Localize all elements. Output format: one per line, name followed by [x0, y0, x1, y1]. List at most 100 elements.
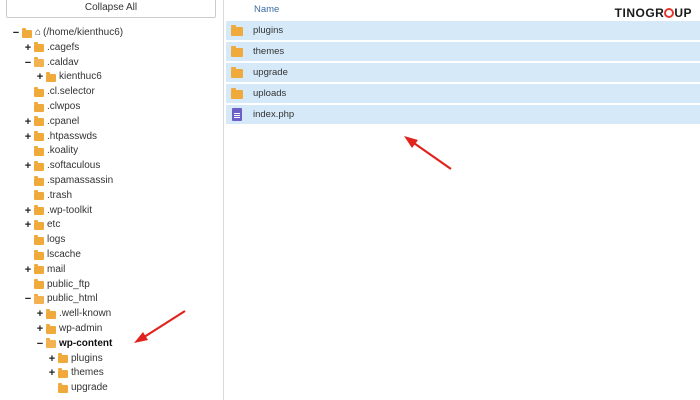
tree-node[interactable]: + .cagefs [24, 41, 79, 55]
expand-icon[interactable]: + [24, 41, 32, 55]
tree-node[interactable]: + plugins [48, 352, 103, 366]
tree-node[interactable]: − wp-content [36, 337, 113, 351]
folder-icon [46, 338, 56, 349]
tree-node[interactable]: + kienthuc6 [36, 70, 102, 84]
file-name: upgrade [253, 67, 288, 78]
php-file-icon [232, 108, 242, 121]
tree-node[interactable]: + .cpanel [24, 115, 79, 129]
column-header-name[interactable]: Name [254, 4, 279, 15]
expand-icon[interactable]: + [36, 322, 44, 336]
folder-icon [46, 71, 56, 82]
tree-node[interactable]: + etc [24, 218, 61, 232]
tree-node[interactable]: + .softaculous [24, 159, 101, 173]
tree-node-label: plugins [71, 352, 103, 364]
folder-icon [34, 175, 44, 186]
folder-icon [34, 145, 44, 156]
folder-icon [34, 160, 44, 171]
tree-node-label: .wp-toolkit [47, 204, 93, 216]
tree-node-label: wp-admin [59, 323, 103, 334]
tree-node[interactable]: − .caldav [24, 56, 79, 70]
tree-node-label: .clwpos [47, 101, 81, 112]
folder-icon [34, 279, 44, 290]
tree-node-label: public_ftp [47, 278, 90, 290]
tree-node[interactable]: logs [24, 233, 65, 247]
folder-icon [34, 101, 44, 112]
tree-node-label: .spamassassin [47, 175, 114, 186]
tree-node[interactable]: − public_html [24, 292, 98, 306]
expand-icon[interactable]: + [36, 70, 44, 84]
collapse-icon[interactable]: − [24, 56, 32, 70]
tree-node-label: .well-known [59, 308, 112, 320]
tree-node[interactable]: − ⌂ (/home/kienthuc6) [12, 26, 123, 40]
tree-node-label: .cpanel [47, 115, 80, 127]
tree-node[interactable]: .spamassassin [24, 174, 113, 188]
expand-icon[interactable]: + [48, 352, 56, 366]
expand-icon[interactable]: + [24, 218, 32, 232]
folder-icon [34, 86, 44, 97]
tree-node[interactable]: .clwpos [24, 100, 80, 114]
folder-icon [22, 27, 32, 38]
expand-icon[interactable]: + [36, 307, 44, 321]
file-row[interactable]: themes [226, 42, 700, 62]
tree-node-label: .cagefs [47, 41, 80, 53]
file-list-panel: Name TINOGR UP plugins themes upgrade upload… [226, 0, 700, 400]
tree-node[interactable]: lscache [24, 248, 81, 262]
expand-icon[interactable]: + [24, 115, 32, 129]
folder-icon [58, 367, 68, 378]
tree-node-label: mail [47, 263, 66, 275]
folder-icon [34, 234, 44, 245]
expand-icon[interactable]: + [24, 159, 32, 173]
tree-node-label: .cl.selector [47, 86, 95, 98]
expand-icon[interactable]: + [48, 366, 56, 380]
file-row[interactable]: index.php [226, 105, 700, 125]
folder-icon [34, 219, 44, 230]
folder-icon [34, 131, 44, 142]
expand-icon[interactable]: + [24, 204, 32, 218]
tree-node-label: etc [47, 219, 61, 231]
file-list-header: Name TINOGR UP [226, 0, 700, 20]
tree-node[interactable]: + themes [48, 366, 104, 380]
folder-icon [46, 323, 56, 334]
folder-icon [34, 264, 44, 275]
tree-node-label: logs [47, 234, 66, 246]
tree-node-label: public_html [47, 293, 98, 305]
tree-node[interactable]: + mail [24, 263, 66, 277]
tree-node[interactable]: + .wp-toolkit [24, 204, 92, 218]
file-row[interactable]: plugins [226, 21, 700, 41]
tree-node-label: (/home/kienthuc6) [43, 27, 124, 38]
file-name: index.php [253, 109, 295, 120]
folder-icon [34, 190, 44, 201]
folder-icon [34, 57, 44, 68]
file-name: plugins [253, 25, 284, 36]
file-row[interactable]: uploads [226, 84, 700, 104]
collapse-all-button[interactable]: Collapse All [6, 0, 216, 18]
tree-node[interactable]: + wp-admin [36, 322, 103, 336]
folder-icon [58, 382, 68, 393]
tree-node-label: lscache [47, 249, 81, 260]
file-row[interactable]: upgrade [226, 63, 700, 83]
home-icon: ⌂ [35, 27, 42, 38]
collapse-icon[interactable]: − [36, 337, 44, 351]
tree-node[interactable]: public_ftp [24, 278, 90, 292]
folder-icon [46, 308, 56, 319]
folder-icon [34, 293, 44, 304]
tree-node[interactable]: + .well-known [36, 307, 111, 321]
tree-node-label: .koality [47, 145, 79, 157]
tree-node[interactable]: upgrade [48, 381, 108, 395]
folder-tree-panel: Collapse All − ⌂ (/home/kienthuc6) + .cagefs… [0, 0, 224, 400]
folder-icon [231, 46, 243, 57]
tree-node-label: .caldav [47, 56, 79, 68]
file-name: uploads [253, 88, 287, 99]
tree-node[interactable]: .cl.selector [24, 85, 95, 99]
tree-node[interactable]: + .htpasswds [24, 130, 97, 144]
tree-node-label: .trash [47, 189, 73, 201]
expand-icon[interactable]: + [24, 263, 32, 277]
tree-node[interactable]: .trash [24, 189, 72, 203]
collapse-icon[interactable]: − [12, 26, 20, 40]
tree-node-label: .htpasswds [47, 130, 98, 142]
expand-icon[interactable]: + [24, 130, 32, 144]
tree-node[interactable]: .koality [24, 144, 78, 158]
collapse-icon[interactable]: − [24, 292, 32, 306]
tree-node-label: upgrade [71, 382, 108, 394]
folder-icon [34, 116, 44, 127]
